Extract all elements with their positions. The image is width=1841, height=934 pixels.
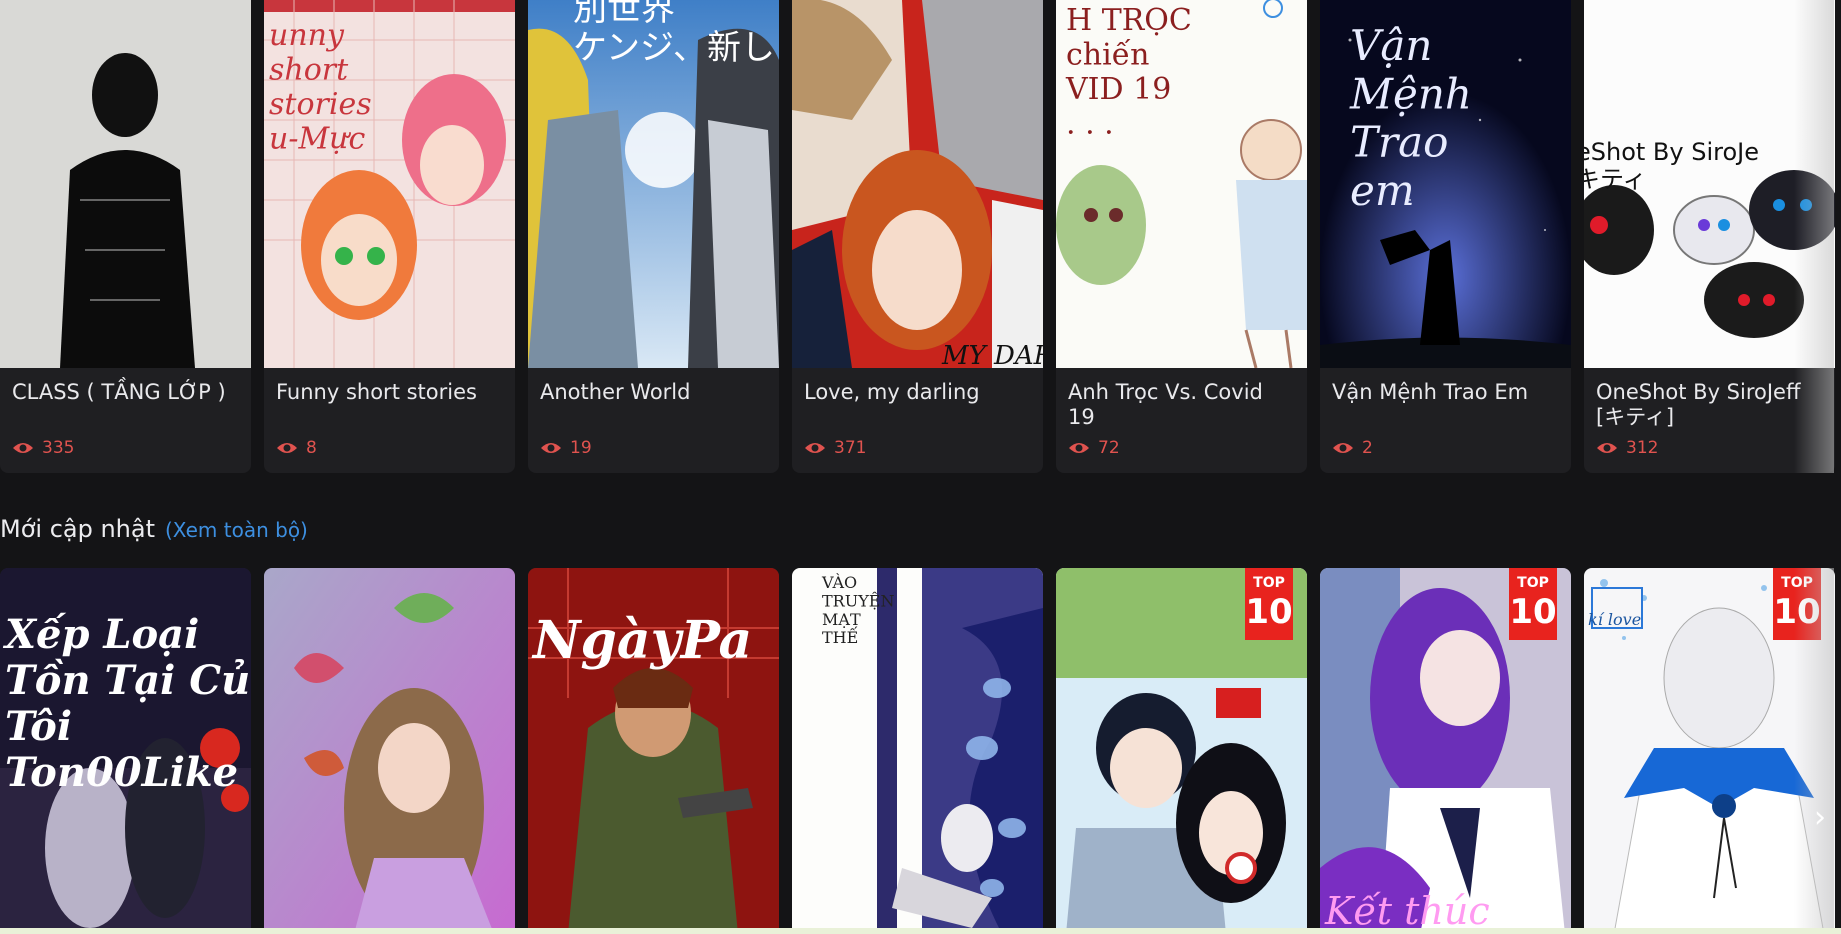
see-all-link[interactable]: (Xem toàn bộ): [165, 518, 308, 542]
story-cover[interactable]: MY DAR: [792, 0, 1043, 368]
view-count: 371: [804, 438, 866, 458]
eye-icon: [1333, 443, 1353, 453]
story-cover[interactable]: NgàyPa: [528, 568, 779, 934]
story-cover[interactable]: unny short stories u-Mực: [264, 0, 515, 368]
featured-carousel: CLASS ( TẦNG LỚP ) 335 unny short storie…: [0, 0, 1841, 473]
view-count-value: 19: [570, 438, 592, 458]
eye-icon: [277, 443, 297, 453]
eye-icon: [541, 443, 561, 453]
eye-icon: [13, 443, 33, 453]
page: CLASS ( TẦNG LỚP ) 335 unny short storie…: [0, 0, 1841, 934]
carousel-scroll-fade[interactable]: [1794, 568, 1834, 934]
eye-icon: [1069, 443, 1089, 453]
story-title[interactable]: Anh Trọc Vs. Covid 19: [1068, 380, 1296, 430]
story-cover[interactable]: Kết thúc TOP 10: [1320, 568, 1571, 934]
section-header: Mới cập nhật (Xem toàn bộ): [0, 515, 308, 545]
recent-updates-row: Xếp Loại Tồn Tại Của Tôi Ton00Like NgàyP…: [0, 568, 1841, 934]
story-cover[interactable]: [264, 568, 515, 934]
cover-text: NgàyPa: [531, 610, 752, 671]
story-cover[interactable]: Xếp Loại Tồn Tại Của Tôi Ton00Like: [0, 568, 251, 934]
top10-badge-number: 10: [1509, 592, 1557, 632]
view-count-value: 371: [834, 438, 867, 458]
cover-text: Kết thúc: [1324, 889, 1490, 933]
top10-badge-number: 10: [1245, 592, 1293, 632]
eye-icon: [1597, 443, 1617, 453]
view-count: 8: [276, 438, 317, 458]
story-cover[interactable]: VÀO TRUYỆN MẠT THẾ: [792, 568, 1043, 934]
top10-badge: TOP 10: [1245, 568, 1293, 640]
story-card[interactable]: H TRỌC chiến VID 19. . . Anh Trọc Vs. Covi…: [1056, 0, 1307, 473]
story-title[interactable]: CLASS ( TẦNG LỚP ): [12, 380, 240, 405]
story-title[interactable]: Funny short stories: [276, 380, 504, 405]
eye-icon: [805, 443, 825, 453]
view-count: 72: [1068, 438, 1120, 458]
view-count-value: 8: [306, 438, 317, 458]
story-card[interactable]: MY DAR Love, my darling 371: [792, 0, 1043, 473]
top10-badge-label: TOP: [1517, 575, 1549, 591]
story-card[interactable]: Vận Mệnh Trao em Vận Mệnh Trao Em 2: [1320, 0, 1571, 473]
story-cover[interactable]: [0, 0, 251, 368]
story-cover[interactable]: Vận Mệnh Trao em: [1320, 0, 1571, 368]
top10-badge-label: TOP: [1253, 575, 1285, 591]
story-title[interactable]: OneShot By SiroJeff [キティ]: [1596, 380, 1824, 430]
story-card[interactable]: 別世界ケンジ、新しい生活はどう? Another World 19: [528, 0, 779, 473]
story-title[interactable]: Love, my darling: [804, 380, 1032, 405]
view-count: 312: [1596, 438, 1658, 458]
story-title[interactable]: Another World: [540, 380, 768, 405]
top10-badge: TOP 10: [1509, 568, 1557, 640]
view-count-value: 312: [1626, 438, 1659, 458]
view-count: 335: [12, 438, 74, 458]
section-title: Mới cập nhật: [0, 515, 155, 543]
view-count-value: 72: [1098, 438, 1120, 458]
story-cover[interactable]: TOP 10: [1056, 568, 1307, 934]
story-cover[interactable]: H TRỌC chiến VID 19. . .: [1056, 0, 1307, 368]
view-count: 19: [540, 438, 592, 458]
chevron-right-icon[interactable]: ›: [1806, 790, 1834, 846]
view-count: 2: [1332, 438, 1373, 458]
story-title[interactable]: Vận Mệnh Trao Em: [1332, 380, 1560, 405]
story-card[interactable]: unny short stories u-Mực Funny short storie…: [264, 0, 515, 473]
view-count-value: 2: [1362, 438, 1373, 458]
view-count-value: 335: [42, 438, 75, 458]
carousel-scroll-fade[interactable]: [1794, 0, 1834, 473]
story-card[interactable]: CLASS ( TẦNG LỚP ) 335: [0, 0, 251, 473]
page-bottom-strip: [0, 928, 1841, 934]
cover-text: kí love: [1588, 610, 1641, 629]
story-cover[interactable]: 別世界ケンジ、新しい生活はどう?: [528, 0, 779, 368]
cover-text: MY DAR: [941, 341, 1043, 368]
